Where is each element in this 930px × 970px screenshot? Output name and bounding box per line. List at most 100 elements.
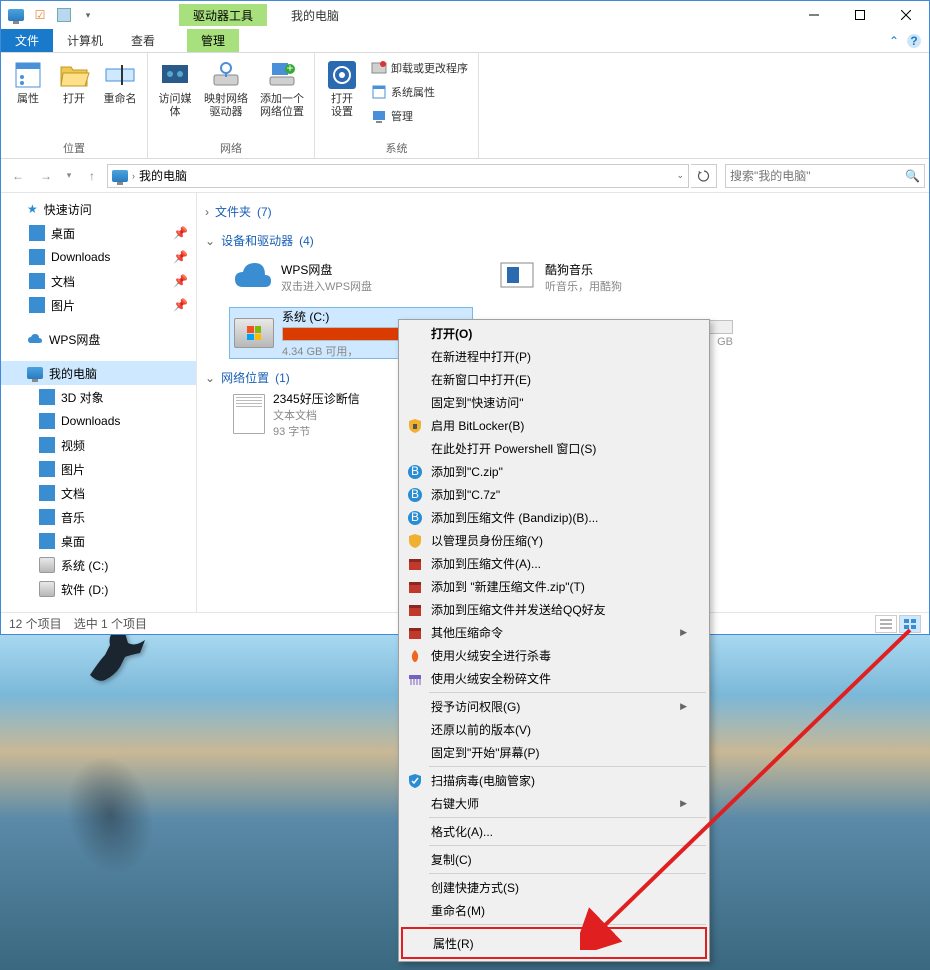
sidebar-wps[interactable]: WPS网盘 (1, 327, 196, 351)
app-icon (497, 257, 537, 297)
menu-grant-access[interactable]: 授予访问权限(G)▶ (401, 695, 707, 718)
uninstall-button[interactable]: 卸载或更改程序 (367, 57, 472, 79)
sidebar-3d-objects[interactable]: 3D 对象 (1, 385, 196, 409)
tab-computer[interactable]: 计算机 (53, 29, 117, 52)
menu-bitlocker[interactable]: 启用 BitLocker(B) (401, 414, 707, 437)
archive-icon (407, 602, 423, 618)
menu-admin-compress[interactable]: 以管理员身份压缩(Y) (401, 529, 707, 552)
maximize-button[interactable] (837, 1, 883, 29)
drive-icon (39, 557, 55, 573)
menu-add-czip[interactable]: B添加到"C.zip" (401, 460, 707, 483)
ribbon-tabs: 文件 计算机 查看 管理 ⌃ ? (1, 29, 929, 53)
menu-add-c7z[interactable]: B添加到"C.7z" (401, 483, 707, 506)
cube-icon (39, 389, 55, 405)
breadcrumb-bar[interactable]: › 我的电脑 ⌄ (107, 164, 689, 188)
refresh-button[interactable] (691, 164, 717, 188)
qat-icon-2[interactable]: ☑ (29, 4, 51, 26)
breadcrumb-dropdown[interactable]: ⌄ (676, 170, 684, 181)
sidebar-desktop[interactable]: 桌面📌 (1, 221, 196, 245)
section-drives-header[interactable]: ⌄设备和驱动器 (4) (205, 230, 929, 251)
open-button-ribbon[interactable]: 打开 (53, 57, 95, 138)
menu-restore-version[interactable]: 还原以前的版本(V) (401, 718, 707, 741)
menu-add-bandizip[interactable]: B添加到压缩文件 (Bandizip)(B)... (401, 506, 707, 529)
access-media-button[interactable]: 访问媒体 (154, 57, 196, 138)
chevron-down-icon: ⌄ (205, 234, 215, 248)
sidebar-quick-access[interactable]: ★快速访问 (1, 197, 196, 221)
sidebar-downloads-2[interactable]: Downloads (1, 409, 196, 433)
menu-tencent-scan[interactable]: 扫描病毒(电脑管家) (401, 769, 707, 792)
ribbon: 属性 打开 重命名 位置 访问媒体 映射网络 驱动器 +添加一个 网络位置 网络… (1, 53, 929, 159)
back-button[interactable]: ← (5, 163, 31, 189)
archive-icon (407, 556, 423, 572)
menu-open[interactable]: 打开(O) (401, 322, 707, 345)
section-folders-header[interactable]: ›文件夹 (7) (205, 201, 929, 222)
ribbon-collapse-icon[interactable]: ⌃ (889, 34, 899, 48)
menu-huorong-scan[interactable]: 使用火绒安全进行杀毒 (401, 644, 707, 667)
sidebar-videos[interactable]: 视频 (1, 433, 196, 457)
menu-other-compress[interactable]: 其他压缩命令▶ (401, 621, 707, 644)
menu-powershell[interactable]: 在此处打开 Powershell 窗口(S) (401, 437, 707, 460)
menu-add-send-qq[interactable]: 添加到压缩文件并发送给QQ好友 (401, 598, 707, 621)
menu-properties[interactable]: 属性(R) (401, 927, 707, 959)
sidebar-drive-d[interactable]: 软件 (D:) (1, 577, 196, 601)
status-selection: 选中 1 个项目 (74, 615, 147, 632)
sidebar-documents-2[interactable]: 文档 (1, 481, 196, 505)
menu-format[interactable]: 格式化(A)... (401, 820, 707, 843)
status-item-count: 12 个项目 (9, 615, 62, 632)
item-wps-drive[interactable]: WPS网盘双击进入WPS网盘 (229, 251, 473, 303)
menu-right-master[interactable]: 右键大师▶ (401, 792, 707, 815)
sidebar-desktop-2[interactable]: 桌面 (1, 529, 196, 553)
menu-rename[interactable]: 重命名(M) (401, 899, 707, 922)
search-box[interactable]: 🔍 (725, 164, 925, 188)
view-details-button[interactable] (875, 615, 897, 633)
breadcrumb-item[interactable]: 我的电脑 (139, 167, 187, 184)
svg-text:B: B (411, 487, 419, 501)
menu-huorong-shred[interactable]: 使用火绒安全粉碎文件 (401, 667, 707, 690)
sidebar-downloads[interactable]: Downloads📌 (1, 245, 196, 269)
pin-icon: 📌 (173, 250, 188, 264)
up-button[interactable]: ↑ (79, 163, 105, 189)
sidebar-pictures-2[interactable]: 图片 (1, 457, 196, 481)
menu-add-new-zip[interactable]: 添加到 "新建压缩文件.zip"(T) (401, 575, 707, 598)
qat-dropdown[interactable]: ▾ (77, 4, 99, 26)
ribbon-group-system: 打开 设置 卸载或更改程序 系统属性 管理 系统 (315, 53, 479, 158)
sidebar-drive-c[interactable]: 系统 (C:) (1, 553, 196, 577)
sidebar-this-pc[interactable]: 我的电脑 (1, 361, 196, 385)
manage-button[interactable]: 管理 (367, 105, 472, 127)
desktop-icon (39, 533, 55, 549)
menu-add-archive-a[interactable]: 添加到压缩文件(A)... (401, 552, 707, 575)
properties-button[interactable]: 属性 (7, 57, 49, 138)
rename-button-ribbon[interactable]: 重命名 (99, 57, 141, 138)
sidebar-documents[interactable]: 文档📌 (1, 269, 196, 293)
search-input[interactable] (730, 169, 901, 183)
submenu-arrow-icon: ▶ (680, 701, 687, 712)
search-icon[interactable]: 🔍 (905, 169, 920, 183)
minimize-button[interactable] (791, 1, 837, 29)
system-properties-button[interactable]: 系统属性 (367, 81, 472, 103)
menu-pin-quick-access[interactable]: 固定到"快速访问" (401, 391, 707, 414)
help-icon[interactable]: ? (907, 34, 921, 48)
tab-view[interactable]: 查看 (117, 29, 169, 52)
add-network-location-button[interactable]: +添加一个 网络位置 (256, 57, 308, 138)
view-tiles-button[interactable] (899, 615, 921, 633)
chevron-down-icon: ⌄ (205, 371, 215, 385)
item-kugou[interactable]: 酷狗音乐听音乐，用酷狗 (493, 251, 737, 303)
tab-manage[interactable]: 管理 (187, 29, 239, 52)
history-dropdown[interactable]: ▾ (61, 163, 77, 189)
sidebar-music[interactable]: 音乐 (1, 505, 196, 529)
forward-button[interactable]: → (33, 163, 59, 189)
open-settings-button[interactable]: 打开 设置 (321, 57, 363, 138)
map-drive-button[interactable]: 映射网络 驱动器 (200, 57, 252, 138)
menu-open-new-process[interactable]: 在新进程中打开(P) (401, 345, 707, 368)
qat-icon-3[interactable] (53, 4, 75, 26)
menu-open-new-window[interactable]: 在新窗口中打开(E) (401, 368, 707, 391)
sidebar-pictures[interactable]: 图片📌 (1, 293, 196, 317)
qat-icon-1[interactable] (5, 4, 27, 26)
menu-pin-start[interactable]: 固定到"开始"屏幕(P) (401, 741, 707, 764)
shredder-icon (407, 671, 423, 687)
close-button[interactable] (883, 1, 929, 29)
tab-file[interactable]: 文件 (1, 29, 53, 52)
menu-copy[interactable]: 复制(C) (401, 848, 707, 871)
menu-create-shortcut[interactable]: 创建快捷方式(S) (401, 876, 707, 899)
window-title: 我的电脑 (291, 7, 339, 24)
